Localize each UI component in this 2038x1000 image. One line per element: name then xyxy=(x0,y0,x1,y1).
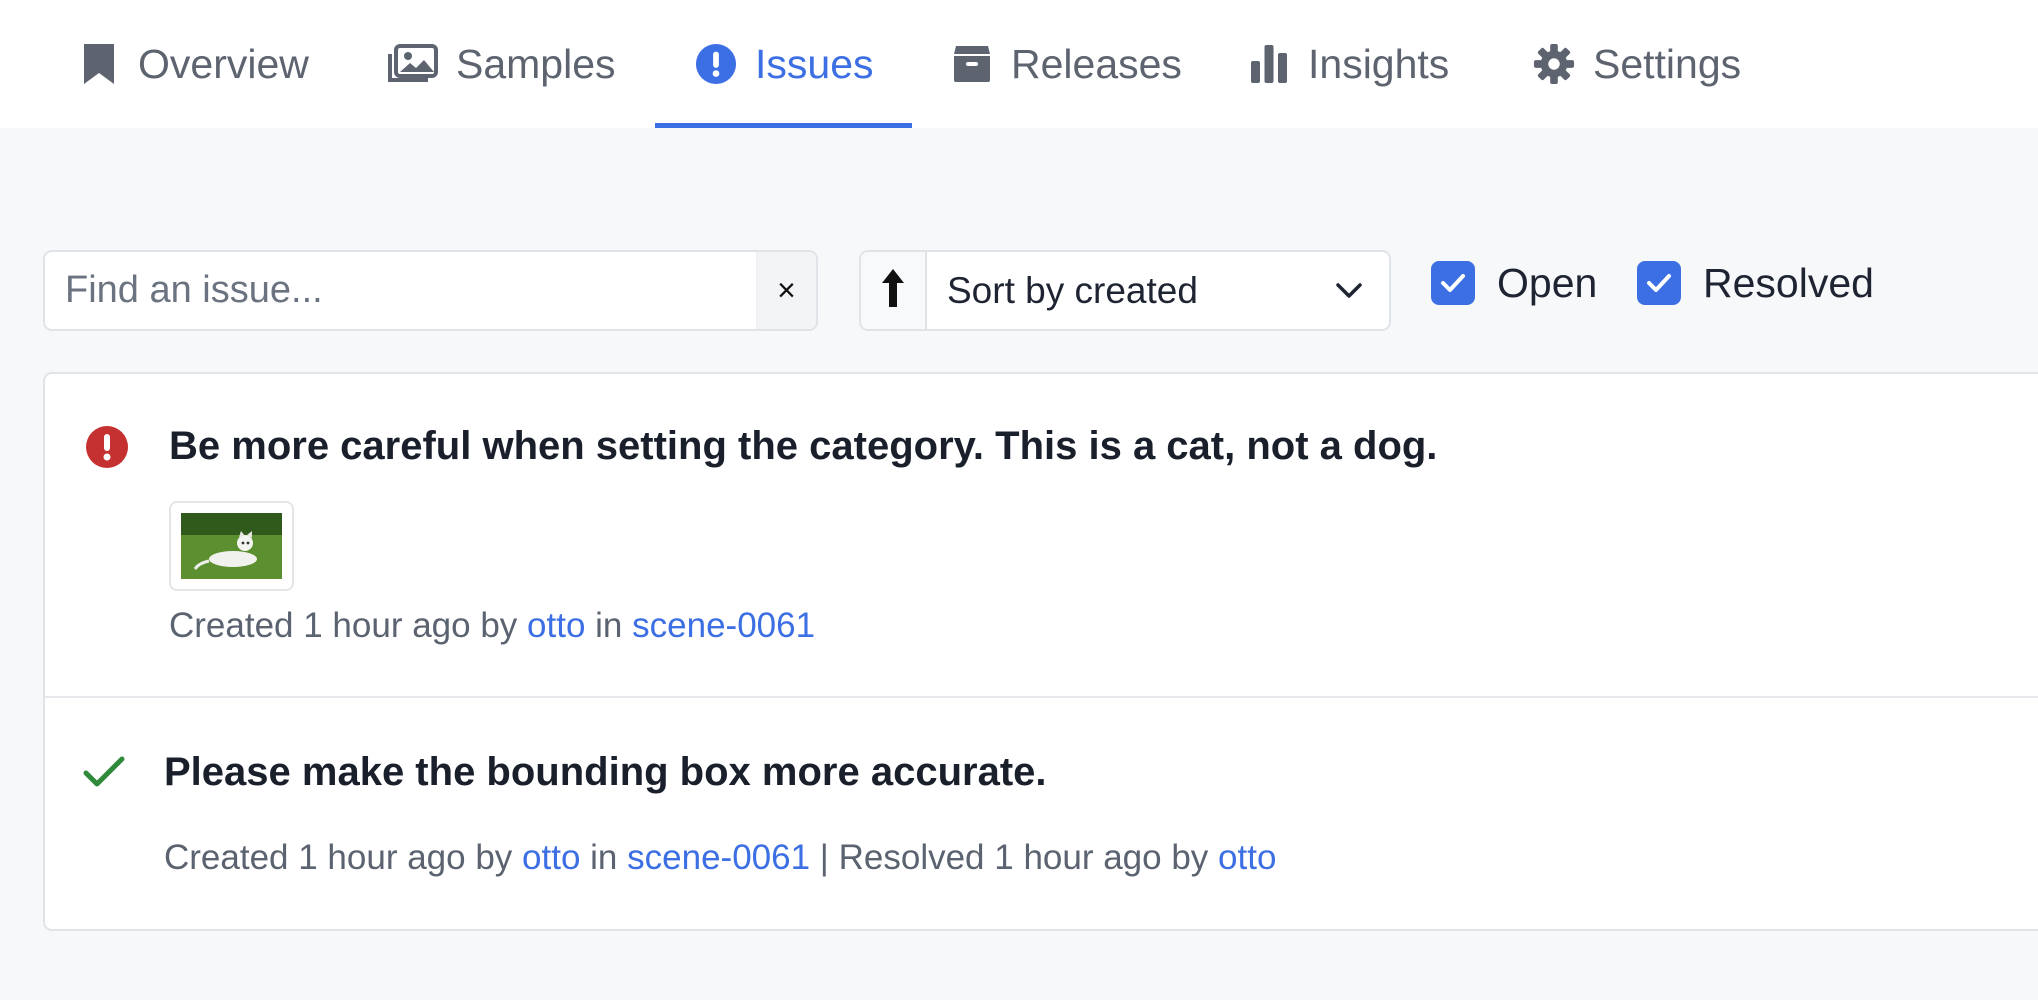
tab-samples[interactable]: Samples xyxy=(388,0,616,128)
tab-label: Overview xyxy=(138,40,309,87)
issue-title[interactable]: Be more careful when setting the categor… xyxy=(169,424,1437,469)
user-link[interactable]: otto xyxy=(522,838,580,877)
checkbox-checked-icon xyxy=(1431,261,1475,305)
sort-direction-button[interactable] xyxy=(861,252,927,329)
tab-settings[interactable]: Settings xyxy=(1533,0,1741,128)
arrow-up-icon xyxy=(880,267,906,314)
bar-chart-icon xyxy=(1248,41,1290,87)
issue-search: × xyxy=(43,250,818,331)
checkbox-checked-icon xyxy=(1637,261,1681,305)
tab-label: Releases xyxy=(1011,40,1182,87)
tab-overview[interactable]: Overview xyxy=(78,0,309,128)
resolved-check-icon xyxy=(83,756,125,795)
close-icon: × xyxy=(777,272,796,308)
sort-control: Sort by created xyxy=(859,250,1391,331)
resolver-user-link[interactable]: otto xyxy=(1218,838,1276,877)
issue-title[interactable]: Please make the bounding box more accura… xyxy=(164,750,1047,795)
filter-open-checkbox[interactable]: Open xyxy=(1431,258,1597,308)
tab-label: Issues xyxy=(755,40,874,87)
tab-label: Settings xyxy=(1593,40,1742,87)
chevron-down-icon[interactable] xyxy=(1309,282,1389,300)
issue-list: Be more careful when setting the categor… xyxy=(43,372,2038,931)
filter-resolved-checkbox[interactable]: Resolved xyxy=(1637,258,1874,308)
tab-label: Samples xyxy=(456,40,616,87)
bookmark-icon xyxy=(78,41,120,87)
exclamation-circle-icon xyxy=(695,41,737,87)
box-icon xyxy=(951,41,993,87)
open-issue-icon xyxy=(85,425,129,474)
tab-insights[interactable]: Insights xyxy=(1248,0,1449,128)
clear-search-button[interactable]: × xyxy=(756,252,816,329)
sort-select[interactable]: Sort by created xyxy=(927,270,1309,312)
filter-resolved-label: Resolved xyxy=(1703,259,1874,306)
gear-icon xyxy=(1533,41,1575,87)
tab-releases[interactable]: Releases xyxy=(951,0,1182,128)
user-link[interactable]: otto xyxy=(527,606,585,645)
issue-meta: Created 1 hour ago by otto in scene-0061… xyxy=(164,838,1277,877)
tab-label: Insights xyxy=(1308,40,1450,87)
scene-link[interactable]: scene-0061 xyxy=(627,838,810,877)
sample-thumbnail[interactable] xyxy=(169,501,294,591)
active-tab-indicator xyxy=(655,123,912,128)
issue-meta: Created 1 hour ago by otto in scene-0061 xyxy=(169,606,816,645)
tab-issues[interactable]: Issues xyxy=(695,0,874,128)
images-icon xyxy=(388,41,438,87)
list-item: Be more careful when setting the categor… xyxy=(45,374,2038,698)
list-item: Please make the bounding box more accura… xyxy=(45,698,2038,929)
cat-image-icon xyxy=(181,513,282,579)
top-nav: Overview Samples Issues Releases Insight… xyxy=(0,0,2038,128)
scene-link[interactable]: scene-0061 xyxy=(632,606,815,645)
filter-open-label: Open xyxy=(1497,259,1598,306)
search-input[interactable] xyxy=(45,252,756,329)
